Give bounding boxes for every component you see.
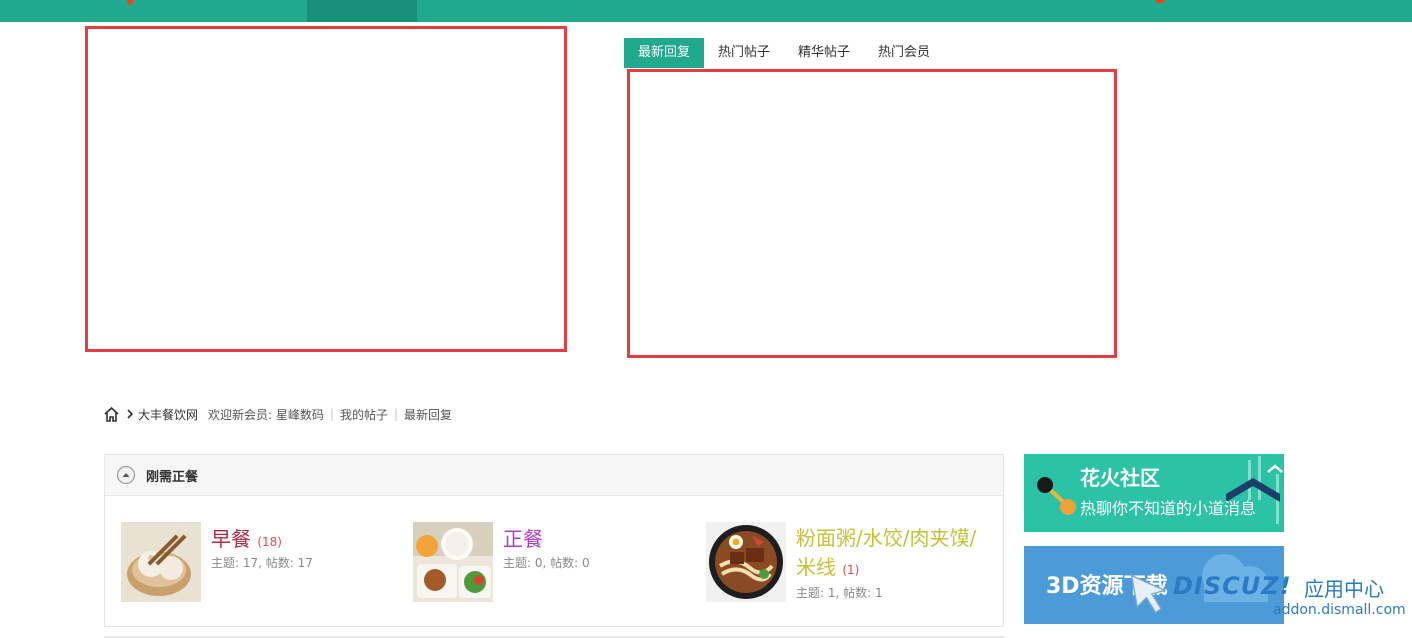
slideshow-placeholder	[85, 26, 567, 352]
forum-stats: 主题: 0, 帖数: 0	[503, 556, 590, 570]
forum-name[interactable]: 早餐 (18)	[211, 524, 282, 557]
banner-subtitle: 热聊你不知道的小道消息	[1080, 499, 1257, 518]
banner-title: 花火社区	[1080, 466, 1160, 490]
cursor-icon	[1130, 574, 1167, 614]
forum-group-header: 刚需正餐	[105, 455, 1003, 496]
chevron-right-icon	[127, 409, 134, 419]
app-center-label: 应用中心	[1304, 577, 1384, 601]
forum-name[interactable]: 正餐	[503, 524, 543, 557]
tab-digest-threads[interactable]: 精华帖子	[784, 38, 864, 68]
forum-stats: 主题: 17, 帖数: 17	[211, 556, 313, 570]
divider: |	[329, 407, 334, 421]
breakfast-thumbnail[interactable]	[121, 522, 201, 602]
discuz-watermark: DISCUZ! 应用中心 addon.dismall.com	[1128, 568, 1412, 638]
discuz-logo: DISCUZ!	[1173, 572, 1292, 600]
tab-hot-members[interactable]: 热门会员	[864, 38, 944, 68]
thread-tabs: 最新回复 热门帖子 精华帖子 热门会员	[624, 38, 944, 68]
watermark-url: addon.dismall.com	[1273, 602, 1406, 618]
welcome-label: 欢迎新会员:	[208, 407, 273, 422]
divider: |	[393, 407, 399, 421]
my-threads-link[interactable]: 我的帖子	[340, 406, 388, 423]
forum-group-box: 刚需正餐 早餐 (18) 主题: 17, 帖数: 17 正餐 主题: 0, 帖数…	[104, 454, 1004, 627]
huahuo-community-banner[interactable]: 花火社区 热聊你不知道的小道消息	[1024, 454, 1284, 532]
tab-latest-replies[interactable]: 最新回复	[624, 38, 705, 68]
top-nav-bar	[0, 0, 1412, 22]
forum-name-text[interactable]: 早餐	[211, 527, 251, 551]
new-posts-count: (1)	[842, 563, 860, 577]
forum-name[interactable]: 粉面粥/水饺/肉夹馍/米线 (1)	[796, 524, 996, 585]
thread-list-placeholder	[627, 69, 1117, 358]
collapse-icon[interactable]	[116, 465, 136, 485]
new-posts-count: (18)	[257, 535, 282, 549]
breadcrumb-site-link[interactable]: 大丰餐饮网	[138, 406, 198, 423]
breadcrumb: 大丰餐饮网 欢迎新会员: 星峰数码 | 我的帖子 | 最新回复	[103, 405, 452, 423]
logo-fragment	[127, 0, 133, 5]
noodle-thumbnail[interactable]	[706, 522, 786, 602]
forum-name-text[interactable]: 正餐	[503, 527, 543, 551]
tab-hot-threads[interactable]: 热门帖子	[704, 38, 784, 68]
user-avatar-fragment[interactable]	[1155, 0, 1165, 3]
forum-name-text[interactable]: 粉面粥/水饺/肉夹馍/米线	[796, 526, 976, 579]
new-member-link[interactable]: 星峰数码	[276, 406, 324, 423]
home-icon[interactable]	[103, 406, 120, 423]
nav-item-active[interactable]	[307, 0, 417, 22]
forum-group-title[interactable]: 刚需正餐	[146, 466, 198, 485]
forum-stats: 主题: 1, 帖数: 1	[796, 586, 883, 600]
latest-replies-link[interactable]: 最新回复	[404, 406, 452, 423]
meal-thumbnail[interactable]	[413, 522, 493, 602]
